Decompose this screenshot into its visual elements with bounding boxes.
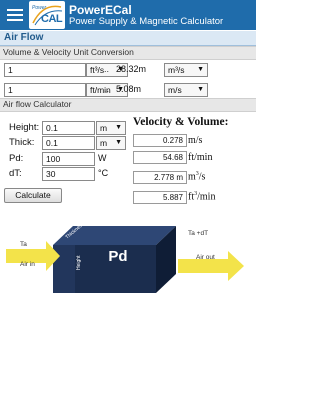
calculator-heading: Air flow Calculator <box>0 98 256 112</box>
thick-input[interactable]: 0.1 <box>42 136 95 150</box>
thick-unit-select[interactable]: m ▼ <box>96 136 126 150</box>
dt-label: dT: <box>9 168 22 179</box>
dropdown-arrow-icon: ▼ <box>115 124 122 131</box>
height-label: Height: <box>9 122 40 133</box>
pd-input[interactable]: 100 <box>42 152 95 166</box>
volume-ft3min-output: 5.887 <box>133 191 187 204</box>
to-unit-select-2[interactable]: m/s ▼ <box>164 83 208 97</box>
conversion-input-2[interactable]: 1 <box>4 83 86 97</box>
to-unit-value-2: m/s <box>168 85 182 95</box>
air-out-label: Air out <box>196 254 215 261</box>
velocity-ms-output: 0.278 <box>133 134 187 147</box>
from-unit-value-1: ft³/s <box>90 65 105 75</box>
velocity-ftmin-unit: ft/min <box>188 152 213 163</box>
volume-ft3min-unit: ft3/min <box>188 191 216 203</box>
calculate-button[interactable]: Calculate <box>4 188 62 203</box>
to-unit-value-1: m³/s <box>168 65 185 75</box>
conversion-heading-text: Volume & Velocity Unit Conversion <box>3 47 134 57</box>
calculator-heading-text: Air flow Calculator <box>3 99 72 109</box>
ta-label: Ta <box>20 241 27 248</box>
pd-unit: W <box>98 153 107 163</box>
conversion-input-1[interactable]: 1 <box>4 63 86 77</box>
conversion-result-1: 28.32m <box>116 64 147 74</box>
logo-text-power: Power <box>32 5 47 11</box>
app-subtitle: Power Supply & Magnetic Calculator <box>69 16 224 27</box>
height-dim-label: Height <box>76 255 82 270</box>
box-pd-label: Pd <box>108 248 127 265</box>
height-unit-select[interactable]: m ▼ <box>96 121 126 135</box>
section-header-air-flow: Air Flow <box>0 31 256 46</box>
dropdown-arrow-icon: ▼ <box>197 66 204 73</box>
dropdown-arrow-icon: ▼ <box>115 139 122 146</box>
pd-label: Pd: <box>9 153 24 164</box>
separator-1: .. <box>104 64 110 74</box>
conversion-heading: Volume & Velocity Unit Conversion <box>0 46 256 60</box>
velocity-ms-unit: m/s <box>188 135 203 146</box>
ta-dt-label: Ta +dT <box>188 230 208 237</box>
volume-m3s-output: 2.778 m <box>133 171 187 184</box>
conversion-result-2: 5.08m <box>116 84 142 94</box>
thick-unit-value: m <box>100 138 108 148</box>
dt-input[interactable]: 30 <box>42 167 95 181</box>
volume-m3s-unit: m3/s <box>188 171 206 183</box>
airflow-diagram: Pd Thickness Height Ta Air in Ta +dT Air… <box>6 221 244 293</box>
app-logo: Power CAL <box>29 1 65 29</box>
app-title: PowerECal <box>69 3 132 17</box>
thick-label: Thick: <box>9 137 35 148</box>
app-bar: Power CAL PowerECal Power Supply & Magne… <box>0 0 256 30</box>
dt-unit: °C <box>98 168 109 178</box>
hamburger-menu-icon[interactable] <box>4 4 26 26</box>
height-unit-value: m <box>100 123 108 133</box>
results-heading: Velocity & Volume: <box>133 116 229 128</box>
velocity-ftmin-output: 54.68 <box>133 151 187 164</box>
section-title: Air Flow <box>4 32 44 43</box>
air-in-label: Air in <box>20 261 35 268</box>
height-input[interactable]: 0.1 <box>42 121 95 135</box>
to-unit-select-1[interactable]: m³/s ▼ <box>164 63 208 77</box>
separator-2: .. <box>104 84 110 94</box>
dropdown-arrow-icon: ▼ <box>197 86 204 93</box>
logo-text-cal: CAL <box>41 13 63 25</box>
